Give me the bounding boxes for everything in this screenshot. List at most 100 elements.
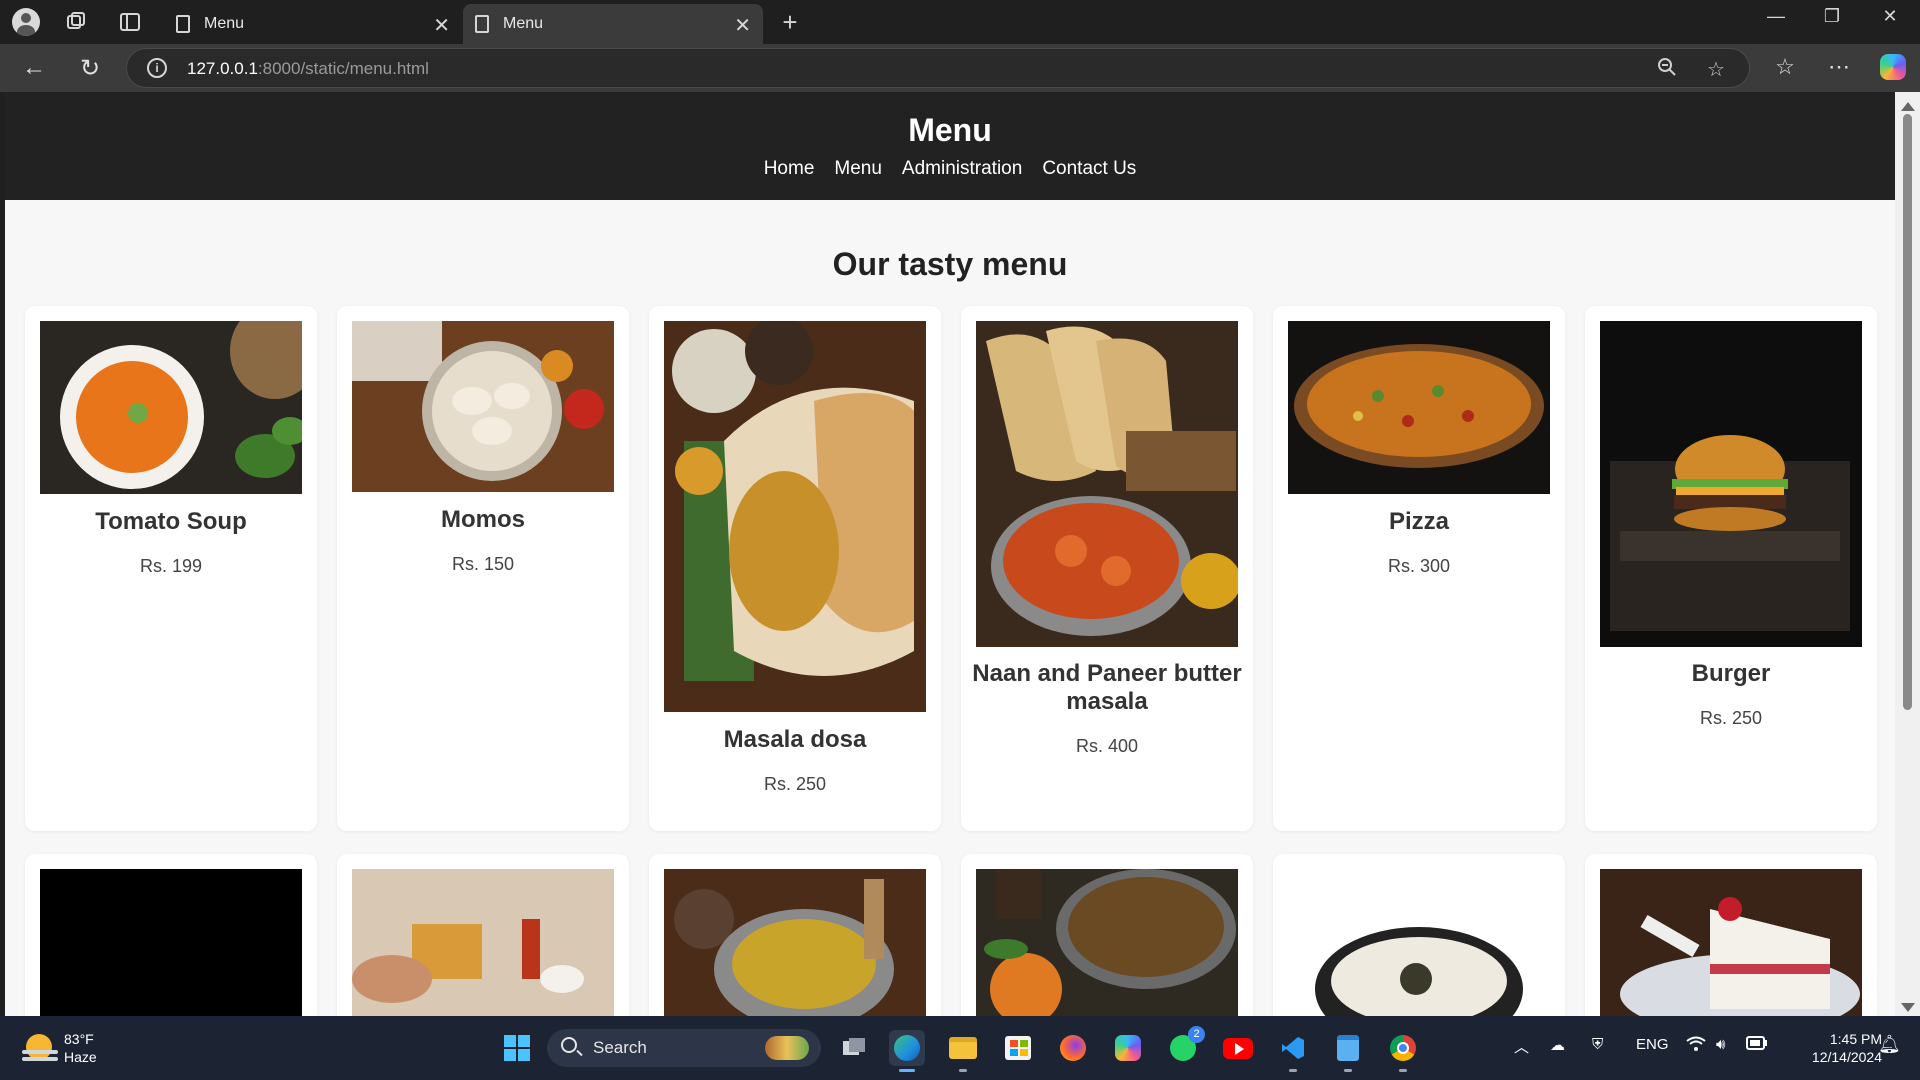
browser-toolbar: ← ↻ i 127.0.0.1:8000/static/menu.html ☆ … [0, 44, 1920, 92]
menu-item-price: Rs. 250 [1699, 708, 1763, 728]
edge-browser-icon[interactable] [889, 1030, 925, 1072]
refresh-icon[interactable]: ↻ [76, 54, 104, 82]
close-window-icon[interactable]: ✕ [1862, 6, 1918, 27]
menu-card-naan-paneer[interactable]: Naan and Paneer butter masala Rs. 400 [961, 306, 1253, 831]
menu-card[interactable] [1273, 854, 1565, 1016]
chrome-icon[interactable] [1385, 1030, 1421, 1072]
favorite-star-icon[interactable]: ☆ [1707, 57, 1725, 82]
menu-card[interactable] [1585, 854, 1877, 1016]
menu-card[interactable] [337, 854, 629, 1016]
menu-card[interactable] [961, 854, 1253, 1016]
menu-item-price: Rs. 150 [451, 554, 515, 574]
nav-link-menu[interactable]: Menu [834, 158, 882, 180]
windows-taskbar: 83°F Haze Search 2 ︿ ☁ ⛨ ENG 🔊︎ 1:45 PM … [0, 1016, 1920, 1080]
task-view-icon[interactable] [836, 1030, 872, 1066]
wifi-icon[interactable] [1686, 1036, 1706, 1056]
address-bar[interactable]: i 127.0.0.1:8000/static/menu.html ☆ [126, 48, 1750, 88]
menu-card[interactable] [649, 854, 941, 1016]
close-tab-icon[interactable]: ✕ [734, 13, 751, 38]
menu-card-burger[interactable]: Burger Rs. 250 [1585, 306, 1877, 831]
page-icon [475, 15, 489, 33]
scroll-down-arrow-icon[interactable] [1901, 1003, 1915, 1012]
page-scrollbar[interactable] [1895, 92, 1920, 1016]
menu-card-tomato-soup[interactable]: Tomato Soup Rs. 199 [25, 306, 317, 831]
search-placeholder: Search [593, 1038, 647, 1057]
restore-icon[interactable]: ❐ [1804, 6, 1860, 27]
nav-link-contact-us[interactable]: Contact Us [1042, 158, 1136, 180]
menu-item-name: Naan and Paneer butter masala [972, 660, 1242, 715]
spring-rolls-image [352, 869, 614, 1016]
weather-icon[interactable] [22, 1030, 58, 1066]
security-shield-icon[interactable]: ⛨ [1592, 1036, 1603, 1053]
masala-dosa-image [664, 321, 926, 712]
vertical-tabs-icon[interactable] [116, 8, 144, 36]
notepad-icon[interactable] [1330, 1030, 1366, 1072]
start-button[interactable] [499, 1030, 535, 1066]
favorites-icon[interactable]: ☆ [1770, 54, 1800, 80]
notification-bell-icon[interactable]: 🔔︎ [1878, 1034, 1901, 1055]
tomato-soup-image [40, 321, 302, 494]
menu-card-momos[interactable]: Momos Rs. 150 [337, 306, 629, 831]
browser-tab[interactable]: Menu ✕ [164, 4, 462, 44]
taskbar-clock[interactable]: 1:45 PM 12/14/2024 [1770, 1030, 1882, 1066]
youtube-icon[interactable] [1220, 1030, 1256, 1066]
menu-item-price: Rs. 300 [1387, 556, 1451, 576]
page-icon [176, 15, 190, 33]
site-title: Menu [908, 112, 992, 148]
copilot-app-icon[interactable] [1110, 1030, 1146, 1066]
raita-bowl-image [1288, 869, 1550, 1016]
menu-item-name: Burger [1691, 660, 1771, 687]
more-options-icon[interactable]: ⋯ [1824, 54, 1854, 80]
search-highlight-icon [765, 1036, 809, 1060]
menu-card[interactable] [25, 854, 317, 1016]
naan-paneer-image [976, 321, 1238, 647]
zoom-icon[interactable] [1657, 57, 1677, 83]
firefox-icon[interactable] [1055, 1030, 1091, 1066]
whatsapp-badge: 2 [1188, 1026, 1205, 1043]
menu-card-pizza[interactable]: Pizza Rs. 300 [1273, 306, 1565, 831]
minimize-icon[interactable]: — [1748, 6, 1804, 27]
battery-icon[interactable] [1746, 1036, 1768, 1054]
scroll-up-arrow-icon[interactable] [1901, 102, 1915, 111]
close-tab-icon[interactable]: ✕ [433, 13, 450, 38]
nav-link-administration[interactable]: Administration [902, 158, 1022, 180]
tab-title: Menu [503, 15, 544, 32]
volume-icon[interactable]: 🔊︎ [1716, 1036, 1725, 1053]
microsoft-store-icon[interactable] [1000, 1030, 1036, 1066]
taskbar-search[interactable]: Search [547, 1029, 821, 1067]
whatsapp-icon[interactable]: 2 [1165, 1026, 1205, 1066]
clock-time: 1:45 PM [1829, 1031, 1882, 1047]
language-indicator[interactable]: ENG [1636, 1036, 1669, 1053]
burger-image [1600, 321, 1862, 647]
menu-item-price: Rs. 199 [139, 556, 203, 576]
menu-item-price: Rs. 250 [763, 774, 827, 794]
browser-tab-active[interactable]: Menu ✕ [463, 4, 763, 44]
menu-item-name: Momos [441, 506, 525, 533]
menu-item-name: Tomato Soup [95, 508, 247, 535]
profile-avatar-icon[interactable] [12, 8, 40, 36]
menu-card-masala-dosa[interactable]: Masala dosa Rs. 250 [649, 306, 941, 831]
search-icon [561, 1037, 577, 1053]
copilot-icon[interactable] [1880, 54, 1910, 80]
new-tab-button[interactable]: + [776, 7, 804, 37]
nav-link-home[interactable]: Home [764, 158, 815, 180]
url-text[interactable]: 127.0.0.1:8000/static/menu.html [187, 59, 429, 79]
page-viewport: Menu Home Menu Administration Contact Us… [5, 92, 1895, 1016]
pizza-image [1288, 321, 1550, 494]
show-hidden-icons-chevron-icon[interactable]: ︿ [1514, 1036, 1529, 1057]
vscode-icon[interactable] [1275, 1030, 1311, 1072]
file-explorer-icon[interactable] [945, 1030, 981, 1072]
cake-image [1600, 869, 1862, 1016]
onedrive-icon[interactable]: ☁ [1550, 1036, 1565, 1054]
weather-description: Haze [64, 1049, 97, 1065]
tab-title: Menu [204, 15, 245, 32]
back-arrow-icon[interactable]: ← [20, 54, 48, 82]
workspaces-icon[interactable] [62, 8, 90, 36]
clock-date: 12/14/2024 [1811, 1049, 1882, 1065]
section-title: Our tasty menu [832, 246, 1068, 282]
site-header: Menu Home Menu Administration Contact Us [5, 92, 1895, 200]
scroll-thumb[interactable] [1903, 114, 1912, 710]
weather-widget[interactable]: 83°F Haze [64, 1030, 97, 1066]
browser-tab-bar: Menu ✕ Menu ✕ + — ❐ ✕ [0, 0, 1920, 44]
site-info-icon[interactable]: i [147, 58, 167, 78]
